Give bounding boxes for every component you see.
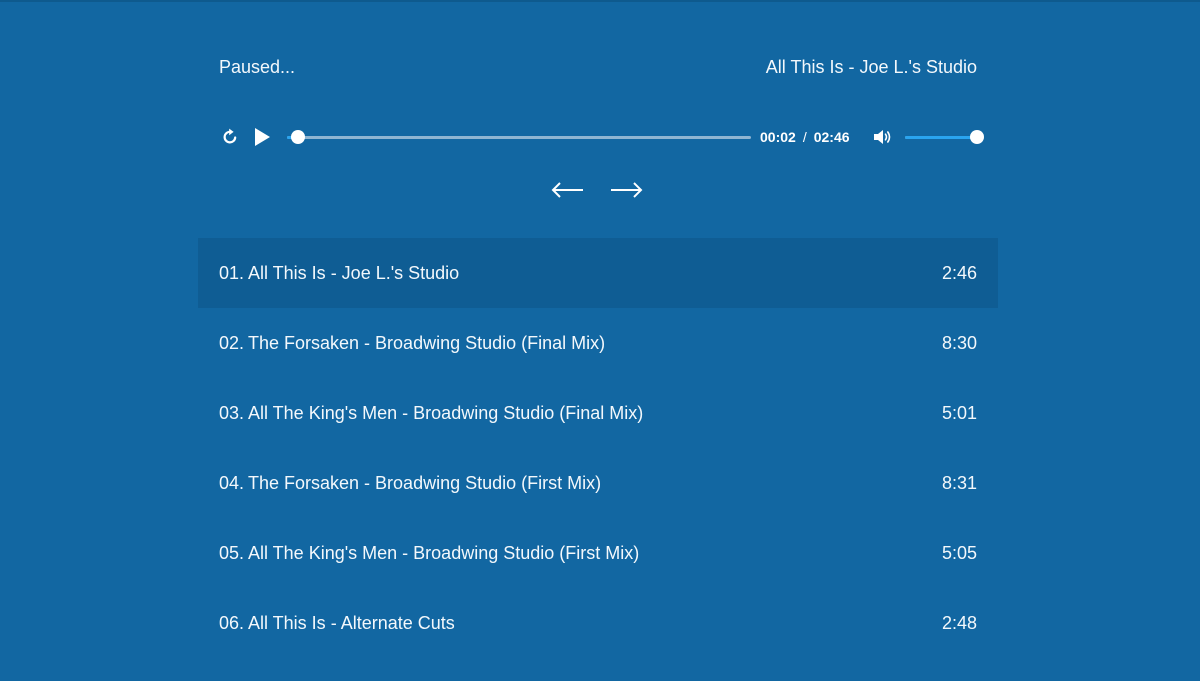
- track-duration: 5:01: [941, 403, 977, 423]
- arrow-left-icon: [551, 182, 583, 198]
- volume-level: [905, 136, 977, 139]
- restart-icon: [223, 128, 237, 144]
- playlist-item[interactable]: 03. All The King's Men - Broadwing Studi…: [198, 378, 998, 448]
- playback-status: Paused...: [219, 57, 296, 77]
- track-duration: 8:30: [941, 333, 977, 353]
- playlist-item[interactable]: 02. The Forsaken - Broadwing Studio (Fin…: [198, 308, 998, 378]
- playlist-item[interactable]: 04. The Forsaken - Broadwing Studio (Fir…: [198, 448, 998, 518]
- track-duration: 2:46: [941, 263, 977, 283]
- volume-slider[interactable]: [905, 130, 984, 144]
- volume-thumb[interactable]: [970, 130, 984, 144]
- playlist-item[interactable]: 06. All This Is - Alternate Cuts 2:48: [198, 588, 998, 658]
- track-title: All The King's Men - Broadwing Studio (F…: [248, 403, 644, 423]
- transport-controls: 00:02 / 02:46: [219, 124, 984, 150]
- current-time: 00:02: [760, 129, 796, 145]
- track-title: All This Is - Alternate Cuts: [248, 613, 455, 633]
- total-time: 02:46: [813, 129, 850, 145]
- time-separator: /: [802, 129, 807, 145]
- track-title: All The King's Men - Broadwing Studio (F…: [248, 543, 640, 563]
- status-row: Paused... All This Is - Joe L.'s Studio: [219, 56, 977, 80]
- track-duration: 2:48: [941, 613, 977, 633]
- track-number: 03.: [219, 403, 245, 423]
- playlist-item[interactable]: 05. All The King's Men - Broadwing Studi…: [198, 518, 998, 588]
- restart-button[interactable]: [219, 124, 241, 150]
- track-number: 04.: [219, 473, 245, 493]
- playlist-item[interactable]: 01. All This Is - Joe L.'s Studio 2:46: [198, 238, 998, 308]
- play-icon: [255, 128, 270, 146]
- window-top-edge: [0, 0, 1200, 2]
- time-display: 00:02 / 02:46: [760, 128, 850, 146]
- seek-bar-thumb[interactable]: [290, 130, 305, 144]
- track-duration: 8:31: [941, 473, 977, 493]
- play-button[interactable]: [251, 124, 273, 150]
- track-duration: 5:05: [941, 543, 977, 563]
- track-title: The Forsaken - Broadwing Studio (First M…: [248, 473, 602, 493]
- track-title: All This Is - Joe L.'s Studio: [248, 263, 460, 283]
- track-title: The Forsaken - Broadwing Studio (Final M…: [248, 333, 606, 353]
- track-number: 01.: [219, 263, 245, 283]
- track-navigation: [550, 176, 650, 204]
- mute-button[interactable]: [872, 124, 894, 150]
- now-playing-title: All This Is - Joe L.'s Studio: [765, 57, 977, 77]
- track-number: 06.: [219, 613, 245, 633]
- track-number: 05.: [219, 543, 245, 563]
- seek-bar[interactable]: [287, 130, 751, 144]
- next-track-button[interactable]: [608, 176, 644, 204]
- arrow-right-icon: [611, 182, 643, 198]
- track-number: 02.: [219, 333, 245, 353]
- volume-icon: [874, 130, 891, 144]
- previous-track-button[interactable]: [550, 176, 586, 204]
- playlist: 01. All This Is - Joe L.'s Studio 2:46 0…: [198, 238, 998, 658]
